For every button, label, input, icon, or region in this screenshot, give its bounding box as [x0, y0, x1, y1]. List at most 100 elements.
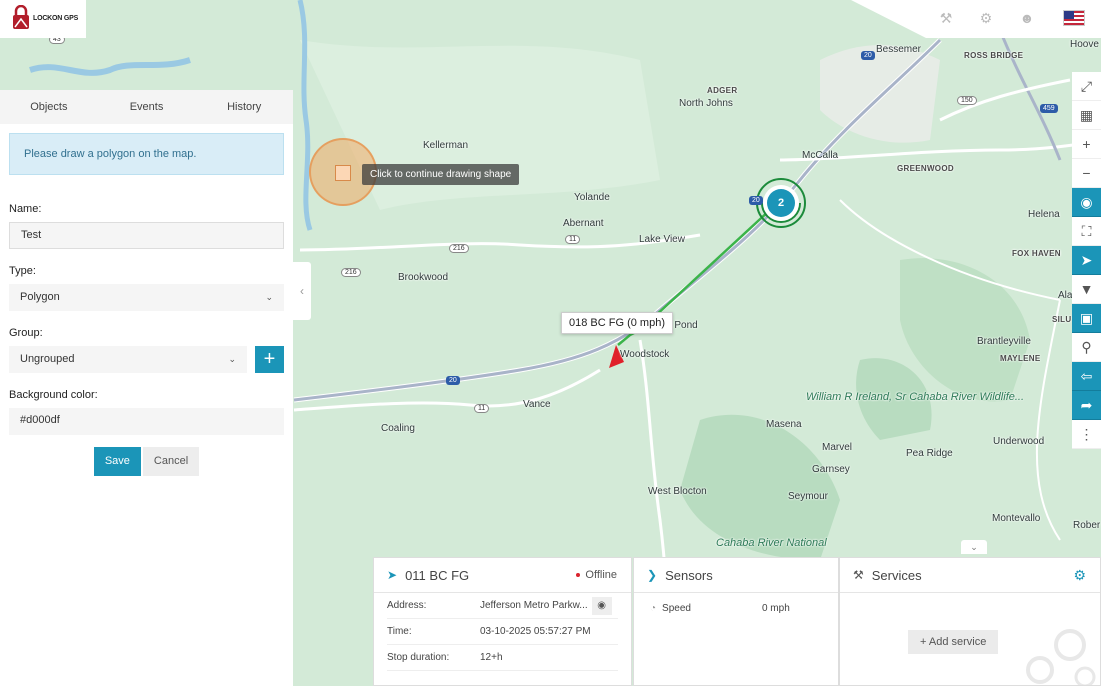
- name-input[interactable]: Test: [9, 222, 284, 249]
- group-select-value: Ungrouped: [20, 353, 75, 365]
- geofence-form: Please draw a polygon on the map. Name: …: [0, 124, 293, 485]
- collapse-panel-button[interactable]: ‹: [293, 262, 311, 320]
- place-label: Brookwood: [398, 272, 449, 283]
- user-icon[interactable]: ☻: [1019, 10, 1035, 26]
- expand-bottom-panel-button[interactable]: ⌄: [961, 540, 987, 554]
- place-label: ADGER: [707, 86, 738, 95]
- top-right-bar: ⚒ ⚙ ☻: [851, 0, 1101, 38]
- add-group-button[interactable]: +: [255, 346, 284, 373]
- sensors-header: ❯ Sensors: [634, 558, 838, 593]
- marker-cluster[interactable]: 2: [767, 189, 795, 217]
- highway-shield: 20: [861, 51, 875, 60]
- place-label: North Johns: [679, 98, 733, 109]
- draw-vertex-handle[interactable]: [335, 165, 351, 181]
- wrench-icon[interactable]: ⚒: [938, 10, 954, 26]
- place-label: SILU: [1052, 315, 1072, 324]
- fullscreen-icon[interactable]: ⤢: [1072, 72, 1101, 101]
- highway-shield: 11: [474, 404, 490, 413]
- place-label: Rober: [1073, 520, 1101, 531]
- type-select[interactable]: Polygon ⌄: [9, 284, 284, 311]
- tab-history[interactable]: History: [195, 90, 293, 124]
- info-row: Address: Jefferson Metro Parkw... ◉: [387, 593, 618, 619]
- place-label: Ala: [1058, 290, 1073, 301]
- fit-bounds-icon[interactable]: ⛶: [1072, 217, 1101, 246]
- panel-tabs: Objects Events History: [0, 90, 293, 124]
- gear-icon[interactable]: ⚙: [1073, 567, 1086, 584]
- cancel-button[interactable]: Cancel: [142, 447, 200, 476]
- lock-logo-icon: [13, 5, 29, 29]
- tab-events[interactable]: Events: [98, 90, 196, 124]
- info-key: Address:: [387, 600, 427, 611]
- type-select-value: Polygon: [20, 291, 60, 303]
- add-service-label: Add service: [928, 636, 987, 648]
- vehicle-label[interactable]: 018 BC FG (0 mph): [561, 312, 673, 334]
- signal-icon: ❯: [647, 568, 658, 582]
- info-value: 03-10-2025 05:57:27 PM: [480, 626, 591, 637]
- tab-objects[interactable]: Objects: [0, 90, 98, 124]
- sensor-value: 0 mph: [761, 603, 790, 614]
- zoom-in-icon[interactable]: +: [1072, 130, 1101, 159]
- place-label: Abernant: [563, 218, 604, 229]
- logo-area: LOCKON GPS: [0, 0, 86, 38]
- type-label: Type:: [9, 265, 36, 277]
- highway-shield: 216: [449, 244, 469, 253]
- info-key: Time:: [387, 626, 412, 637]
- navigation-icon[interactable]: ➤: [1072, 246, 1101, 275]
- highway-shield: 11: [565, 235, 581, 244]
- place-label: Hoove: [1070, 39, 1099, 50]
- sensor-name: Speed: [662, 603, 691, 614]
- place-label: Vance: [523, 399, 551, 410]
- navigation-arrow-icon: ➤: [387, 568, 398, 582]
- map-layers-icon[interactable]: ▦: [1072, 101, 1101, 130]
- place-label: Pea Ridge: [906, 448, 953, 459]
- place-label: Kellerman: [423, 140, 469, 151]
- send-icon[interactable]: ➦: [1072, 391, 1101, 420]
- map-toolbar: ⤢ ▦ + − ◉ ⛶ ➤ ▼ ▣ ⚲ ⇦ ➦ ⋮: [1072, 72, 1101, 449]
- services-panel: ⚒ Services ⚙ + Add service: [839, 557, 1101, 686]
- form-actions: Save Cancel: [9, 447, 284, 476]
- wrench-icon: ⚒: [853, 568, 864, 582]
- place-label: Helena: [1028, 209, 1060, 220]
- info-value: 12+h: [480, 652, 503, 663]
- place-label: Lake View: [639, 234, 685, 245]
- highway-shield: 216: [341, 268, 361, 277]
- left-panel: Objects Events History Please draw a pol…: [0, 90, 293, 686]
- gears-decoration-icon: [1026, 629, 1096, 685]
- route-icon[interactable]: ⇦: [1072, 362, 1101, 391]
- sensors-title: Sensors: [665, 567, 713, 583]
- brand-name: LOCKON GPS: [33, 14, 79, 22]
- eye-icon[interactable]: ◉: [591, 596, 612, 615]
- us-flag-icon[interactable]: [1063, 10, 1085, 26]
- park-label: Cahaba River National: [716, 537, 827, 549]
- object-info-header: ➤ 011 BC FG Offline: [374, 558, 631, 593]
- object-info-panel: ➤ 011 BC FG Offline Address: Jefferson M…: [373, 557, 632, 686]
- brand-logo[interactable]: LOCKON GPS: [11, 5, 78, 31]
- place-label: Montevallo: [992, 513, 1041, 524]
- group-label: Group:: [9, 327, 43, 339]
- highway-shield: 20: [446, 376, 460, 385]
- info-row: Time: 03-10-2025 05:57:27 PM: [387, 619, 618, 645]
- place-label: Woodstock: [620, 349, 670, 360]
- target-icon[interactable]: ◉: [1072, 188, 1101, 217]
- place-label: Brantleyville: [977, 336, 1031, 347]
- status-badge: Offline: [576, 569, 617, 581]
- place-label: Bessemer: [876, 44, 922, 55]
- filter-icon[interactable]: ▼: [1072, 275, 1101, 304]
- add-service-button[interactable]: + Add service: [908, 630, 999, 654]
- place-label: Coaling: [381, 423, 415, 434]
- save-button[interactable]: Save: [93, 447, 141, 476]
- place-label: Underwood: [993, 436, 1045, 447]
- zoom-out-icon[interactable]: −: [1072, 159, 1101, 188]
- chevron-down-icon: ⌄: [265, 292, 273, 302]
- place-label: MAYLENE: [1000, 354, 1041, 363]
- group-select[interactable]: Ungrouped ⌄: [9, 346, 247, 373]
- traffic-light-icon[interactable]: ⋮: [1072, 420, 1101, 449]
- place-label: Garnsey: [812, 464, 850, 475]
- place-label: McCalla: [802, 150, 839, 161]
- bg-color-input[interactable]: #d000df: [9, 408, 284, 435]
- gear-icon[interactable]: ⚙: [978, 10, 994, 26]
- lock-icon[interactable]: ▣: [1072, 304, 1101, 333]
- draw-notice: Please draw a polygon on the map.: [9, 133, 284, 175]
- services-header: ⚒ Services ⚙: [840, 558, 1100, 593]
- marker-icon[interactable]: ⚲: [1072, 333, 1101, 362]
